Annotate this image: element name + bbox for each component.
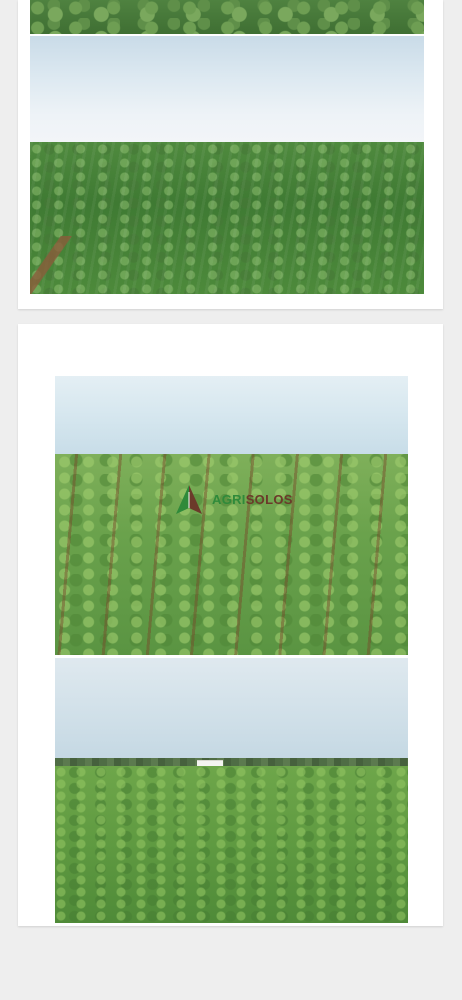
sky bbox=[30, 36, 424, 142]
crop-foliage bbox=[55, 766, 408, 923]
sky bbox=[55, 658, 408, 762]
sky bbox=[55, 376, 408, 454]
soil-strip bbox=[30, 236, 76, 294]
crop-foliage bbox=[30, 142, 424, 294]
photo-card bbox=[18, 0, 443, 309]
field-photo[interactable]: AGRISOLOS bbox=[55, 376, 408, 655]
field-photo[interactable] bbox=[30, 0, 424, 34]
photo-card: AGRISOLOS bbox=[18, 324, 443, 926]
agrisolos-logo-icon bbox=[176, 485, 202, 514]
brand-name-part2: SOLOS bbox=[245, 491, 293, 507]
field-photo[interactable] bbox=[30, 36, 424, 294]
brand-name: AGRISOLOS bbox=[212, 493, 293, 506]
brand-watermark: AGRISOLOS bbox=[172, 483, 293, 517]
brand-name-part1: AGRI bbox=[212, 491, 246, 507]
crop-foliage bbox=[30, 0, 424, 34]
field-photo[interactable] bbox=[55, 658, 408, 923]
treeline bbox=[55, 758, 408, 766]
